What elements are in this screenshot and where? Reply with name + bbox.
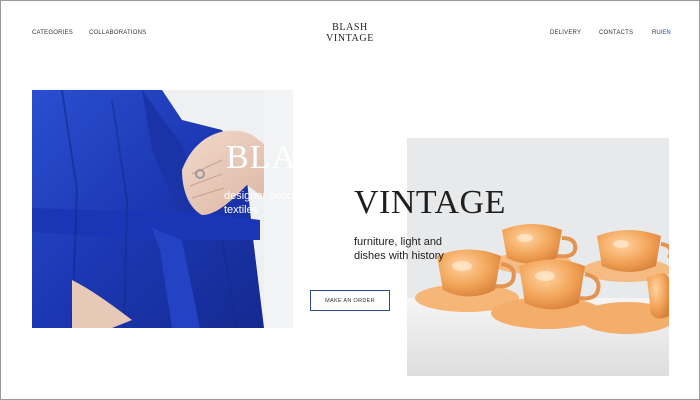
nav-collaborations[interactable]: COLLABORATIONS — [89, 30, 146, 36]
nav-contacts[interactable]: CONTACTS — [599, 30, 633, 36]
hero-tagline-left: designer decor and textiles — [224, 190, 319, 216]
logo-line-2: VINTAGE — [326, 33, 374, 44]
hero-brand-blash-text: BLASH — [226, 139, 343, 176]
hero-brand-blash: BLASH — [226, 138, 342, 178]
nav-delivery[interactable]: DELIVERY — [550, 30, 581, 36]
site-logo[interactable]: BLASH VINTAGE — [310, 22, 390, 44]
hero-brand-vintage: VINTAGE — [354, 184, 506, 221]
lang-ru[interactable]: RU — [652, 30, 661, 36]
logo-line-1: BLASH — [332, 22, 368, 33]
language-switcher: RU/EN — [652, 30, 671, 36]
lang-en[interactable]: EN — [662, 30, 670, 36]
make-an-order-button[interactable]: MAKE AN ORDER — [310, 290, 390, 311]
hero-tagline-right: furniture, light and dishes with history — [354, 236, 444, 262]
nav-categories[interactable]: CATEGORIES — [32, 30, 73, 36]
